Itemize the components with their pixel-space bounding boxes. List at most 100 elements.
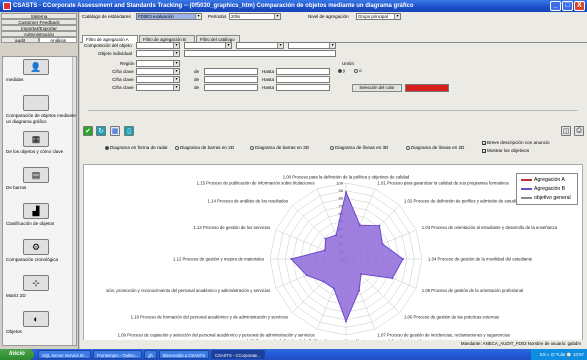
window-titlebar: CSASTS - CCorporate Assessment and Stand…	[0, 0, 587, 12]
chevron-down-icon[interactable]: ▼	[277, 43, 283, 48]
bar-chart-icon[interactable]: ▤	[23, 167, 49, 183]
radio-bar2d[interactable]	[175, 145, 179, 150]
chevron-down-icon[interactable]: ▼	[173, 69, 179, 74]
de-input-2[interactable]	[204, 76, 258, 83]
chevron-down-icon[interactable]: ▼	[173, 43, 179, 48]
composicion-select-2[interactable]: ▼	[184, 42, 232, 49]
hasta-input-1[interactable]	[276, 68, 330, 75]
catalog-select[interactable]: FD0E3 evaluación ▼	[136, 13, 202, 20]
chevron-down-icon[interactable]: ▼	[274, 14, 280, 19]
radio-line3d[interactable]	[330, 145, 334, 150]
de-label-2: de	[194, 77, 200, 82]
color-swatch[interactable]	[405, 84, 449, 92]
sidebar-item-label[interactable]: De barras	[3, 185, 76, 191]
radio-radar[interactable]	[105, 145, 109, 150]
chevron-down-icon[interactable]: ▼	[394, 14, 400, 19]
task-outlook[interactable]: Frontempro - Outloo...	[93, 350, 143, 359]
cifra-select-2[interactable]: ▼	[136, 76, 180, 83]
data-point	[402, 258, 404, 260]
maximize-button[interactable]: □	[562, 1, 573, 11]
color-selection-button[interactable]: Selección del color	[352, 84, 402, 92]
sidebar-tab-analisis[interactable]: Análisis	[39, 37, 77, 43]
line2d-option[interactable]: Diagrama de líneas en 2D	[406, 144, 464, 151]
chevron-down-icon[interactable]: ▼	[173, 85, 179, 90]
de-input-3[interactable]	[204, 84, 258, 91]
chart-page-icon[interactable]: ▦	[23, 131, 49, 147]
objeto-input[interactable]	[184, 50, 336, 57]
hasta-input-2[interactable]	[276, 76, 330, 83]
task-csasts[interactable]: CSASTS - CCorporate...	[211, 350, 265, 359]
radio-bar3d[interactable]	[250, 145, 254, 150]
podium-icon[interactable]: ▟	[23, 203, 49, 219]
radio-y[interactable]	[338, 68, 342, 73]
gear-icon[interactable]: ⚙	[23, 239, 49, 255]
main-panel: Catálogo de estándares FD0E3 evaluación ▼…	[80, 12, 587, 349]
data-point	[378, 224, 381, 227]
union-y-radio[interactable]: y	[338, 67, 345, 74]
chevron-down-icon[interactable]: ▼	[225, 43, 231, 48]
task-sql-server[interactable]: SQL Server Service M...	[38, 350, 91, 359]
blank-icon[interactable]	[23, 95, 49, 111]
brief-desc-checkbox[interactable]: ✓Breve descripción con anuncio	[482, 139, 550, 146]
legend-label-a: Agregación A	[534, 177, 565, 183]
document-icon[interactable]: ▯	[124, 126, 134, 136]
chart-type-options: Diagrama en forma de radar Diagrama de b…	[80, 139, 587, 154]
cifra-select-1[interactable]: ▼	[136, 68, 180, 75]
composicion-select-3[interactable]: ▼	[236, 42, 284, 49]
line2d-option-label: Diagrama de líneas en 2D	[411, 145, 465, 150]
refresh-icon[interactable]: ↻	[96, 126, 106, 136]
checkbox-goals[interactable]: ✓	[482, 148, 486, 153]
category-label: 1.13 Proceso de gestión de los servicios	[193, 225, 270, 230]
de-label-1: de	[194, 69, 200, 74]
zoom-icon[interactable]: ◫	[561, 126, 571, 136]
chevron-down-icon[interactable]: ▼	[173, 77, 179, 82]
sidebar-item-label[interactable]: Matriz 2D	[3, 293, 76, 299]
checkbox-brief[interactable]: ✓	[482, 140, 486, 145]
de-input-1[interactable]	[204, 68, 258, 75]
sidebar-item-label[interactable]: Comparación de objetos mediante un diagr…	[3, 113, 76, 124]
bar3d-option[interactable]: Diagrama de barras en 3D	[250, 144, 309, 151]
sidebar-item-label[interactable]: Objetos	[3, 329, 76, 335]
chart-export-icon[interactable]: ▦	[110, 126, 120, 136]
radio-line2d[interactable]	[406, 145, 410, 150]
union-o-radio[interactable]: o	[354, 67, 362, 74]
radio-o[interactable]	[354, 68, 358, 73]
sidebar-item-label[interactable]: medidas	[3, 77, 76, 83]
de-label-3: de	[194, 85, 200, 90]
start-button[interactable]: Inicio	[0, 349, 34, 360]
show-goals-checkbox[interactable]: ✓Mostrar los objetivos	[482, 147, 529, 154]
objeto-select[interactable]: ▼	[136, 50, 180, 57]
region-select[interactable]: ▼	[136, 60, 180, 67]
checkmark-icon[interactable]: ✔	[83, 126, 93, 136]
level-select[interactable]: Grupo principal ▼	[356, 13, 401, 20]
sidebar-tab-audit[interactable]: audit	[1, 37, 39, 43]
sidebar-item-label[interactable]: Comparación cronológica	[3, 257, 76, 263]
composicion-select[interactable]: ▼	[136, 42, 180, 49]
bar2d-option[interactable]: Diagrama de barras en 2D	[175, 144, 234, 151]
minimize-button[interactable]: _	[550, 1, 561, 11]
sidebar-item-label[interactable]: De los objetos y cómo clave	[3, 149, 76, 155]
data-point	[345, 191, 347, 194]
task-bienvenido[interactable]: Bienvenido a CSASTS	[158, 350, 210, 359]
chevron-down-icon[interactable]: ▼	[195, 14, 201, 19]
matrix-icon[interactable]: ⊹	[23, 275, 49, 291]
user-chart-icon[interactable]: 👤	[23, 59, 49, 75]
radar-option[interactable]: Diagrama en forma de radar	[105, 144, 168, 151]
close-button[interactable]: X	[574, 1, 585, 11]
task-gh[interactable]: gh	[144, 350, 157, 359]
chevron-down-icon[interactable]: ▼	[329, 43, 335, 48]
periods-select[interactable]: 20lis ▼	[229, 13, 281, 20]
objects-icon[interactable]: ◐	[23, 311, 49, 327]
cifra-label-1: Cifra clave	[112, 69, 134, 74]
cifra-select-3[interactable]: ▼	[136, 84, 180, 91]
series-polygon-agregacion-b	[290, 190, 404, 323]
composicion-select-4[interactable]: ▼	[288, 42, 336, 49]
hasta-input-3[interactable]	[276, 84, 330, 91]
sidebar-item-label[interactable]: Clasificación de objetos	[3, 221, 76, 227]
line3d-option[interactable]: Diagrama de líneas en 3D	[330, 144, 388, 151]
category-label: 1.04 Proceso de gestión de la movilidad …	[428, 257, 533, 262]
sidebar-scrollbar[interactable]	[72, 57, 76, 345]
chevron-down-icon[interactable]: ▼	[173, 61, 179, 66]
print-icon[interactable]: ⎙	[574, 126, 584, 136]
chevron-down-icon[interactable]: ▼	[173, 51, 179, 56]
